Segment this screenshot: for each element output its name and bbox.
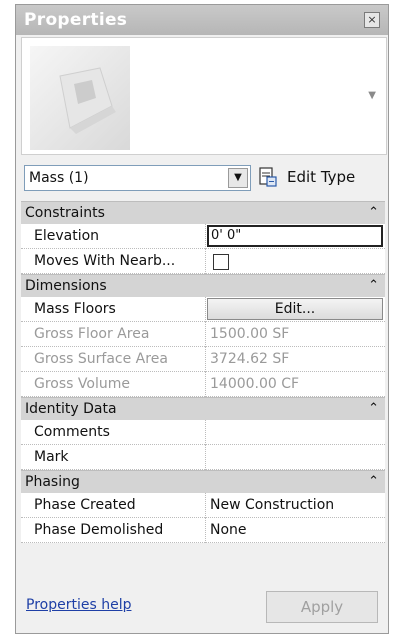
chevron-down-icon[interactable]: ▼ [228, 168, 248, 188]
property-name: Mark [21, 445, 206, 470]
phase-created-field[interactable]: New Construction [207, 493, 385, 518]
elevation-input[interactable]: 0' 0" [207, 225, 383, 247]
property-row-mass-floors: Mass Floors Edit... [21, 297, 385, 322]
property-row-moves-with: Moves With Nearb... [21, 249, 385, 274]
property-name: Mass Floors [21, 297, 206, 322]
category-phasing[interactable]: Phasing ⌃ [21, 470, 385, 493]
category-label: Identity Data [25, 401, 117, 417]
property-row-phase-demolished: Phase Demolished None [21, 518, 385, 543]
preview-dropdown-icon[interactable]: ▼ [368, 90, 376, 101]
edit-type-label: Edit Type [287, 168, 356, 186]
properties-help-link[interactable]: Properties help [26, 597, 131, 613]
property-name: Phase Demolished [21, 518, 206, 543]
category-label: Dimensions [25, 278, 107, 294]
property-name: Elevation [21, 224, 206, 249]
property-row-gross-volume: Gross Volume 14000.00 CF [21, 372, 385, 397]
property-name: Moves With Nearb... [21, 249, 206, 274]
mark-field[interactable] [207, 445, 385, 470]
property-row-comments: Comments [21, 420, 385, 445]
edit-type-button[interactable]: Edit Type [259, 165, 385, 191]
property-row-elevation: Elevation 0' 0" [21, 224, 385, 249]
type-preview-image: ▼ [21, 37, 387, 155]
phase-demolished-field[interactable]: None [207, 518, 385, 543]
property-row-phase-created: Phase Created New Construction [21, 493, 385, 518]
collapse-icon[interactable]: ⌃ [368, 278, 379, 293]
mass-floors-edit-button[interactable]: Edit... [207, 298, 383, 320]
moves-with-nearby-checkbox[interactable] [213, 254, 229, 270]
properties-palette: Properties × ▼ Mass (1) ▼ Edit Type Cons [15, 4, 389, 634]
mass-preview-icon [59, 67, 116, 134]
comments-field[interactable] [207, 420, 385, 445]
panel-title: Properties [24, 10, 128, 30]
property-name: Gross Floor Area [21, 322, 206, 347]
family-thumbnail [30, 46, 130, 150]
close-icon[interactable]: × [364, 12, 380, 28]
property-row-mark: Mark [21, 445, 385, 470]
edit-type-icon [259, 167, 277, 187]
category-label: Phasing [25, 474, 80, 490]
property-row-gross-surface-area: Gross Surface Area 3724.62 SF [21, 347, 385, 372]
category-identity-data[interactable]: Identity Data ⌃ [21, 397, 385, 420]
property-value: 1500.00 SF [210, 326, 290, 342]
grid-empty-area [21, 543, 385, 587]
property-name: Gross Volume [21, 372, 206, 397]
collapse-icon[interactable]: ⌃ [368, 401, 379, 416]
property-name: Phase Created [21, 493, 206, 518]
type-selector-value: Mass (1) [29, 170, 89, 186]
property-row-gross-floor-area: Gross Floor Area 1500.00 SF [21, 322, 385, 347]
properties-grid: Constraints ⌃ Elevation 0' 0" Moves With… [21, 201, 385, 587]
apply-button[interactable]: Apply [266, 591, 378, 623]
property-value: 14000.00 CF [210, 376, 300, 392]
title-bar[interactable]: Properties × [16, 5, 388, 35]
type-selector-dropdown[interactable]: Mass (1) ▼ [24, 165, 251, 191]
collapse-icon[interactable]: ⌃ [368, 205, 379, 220]
category-label: Constraints [25, 205, 105, 221]
category-dimensions[interactable]: Dimensions ⌃ [21, 274, 385, 297]
collapse-icon[interactable]: ⌃ [368, 474, 379, 489]
category-constraints[interactable]: Constraints ⌃ [21, 201, 385, 224]
property-name: Gross Surface Area [21, 347, 206, 372]
property-value: 3724.62 SF [210, 351, 290, 367]
property-name: Comments [21, 420, 206, 445]
